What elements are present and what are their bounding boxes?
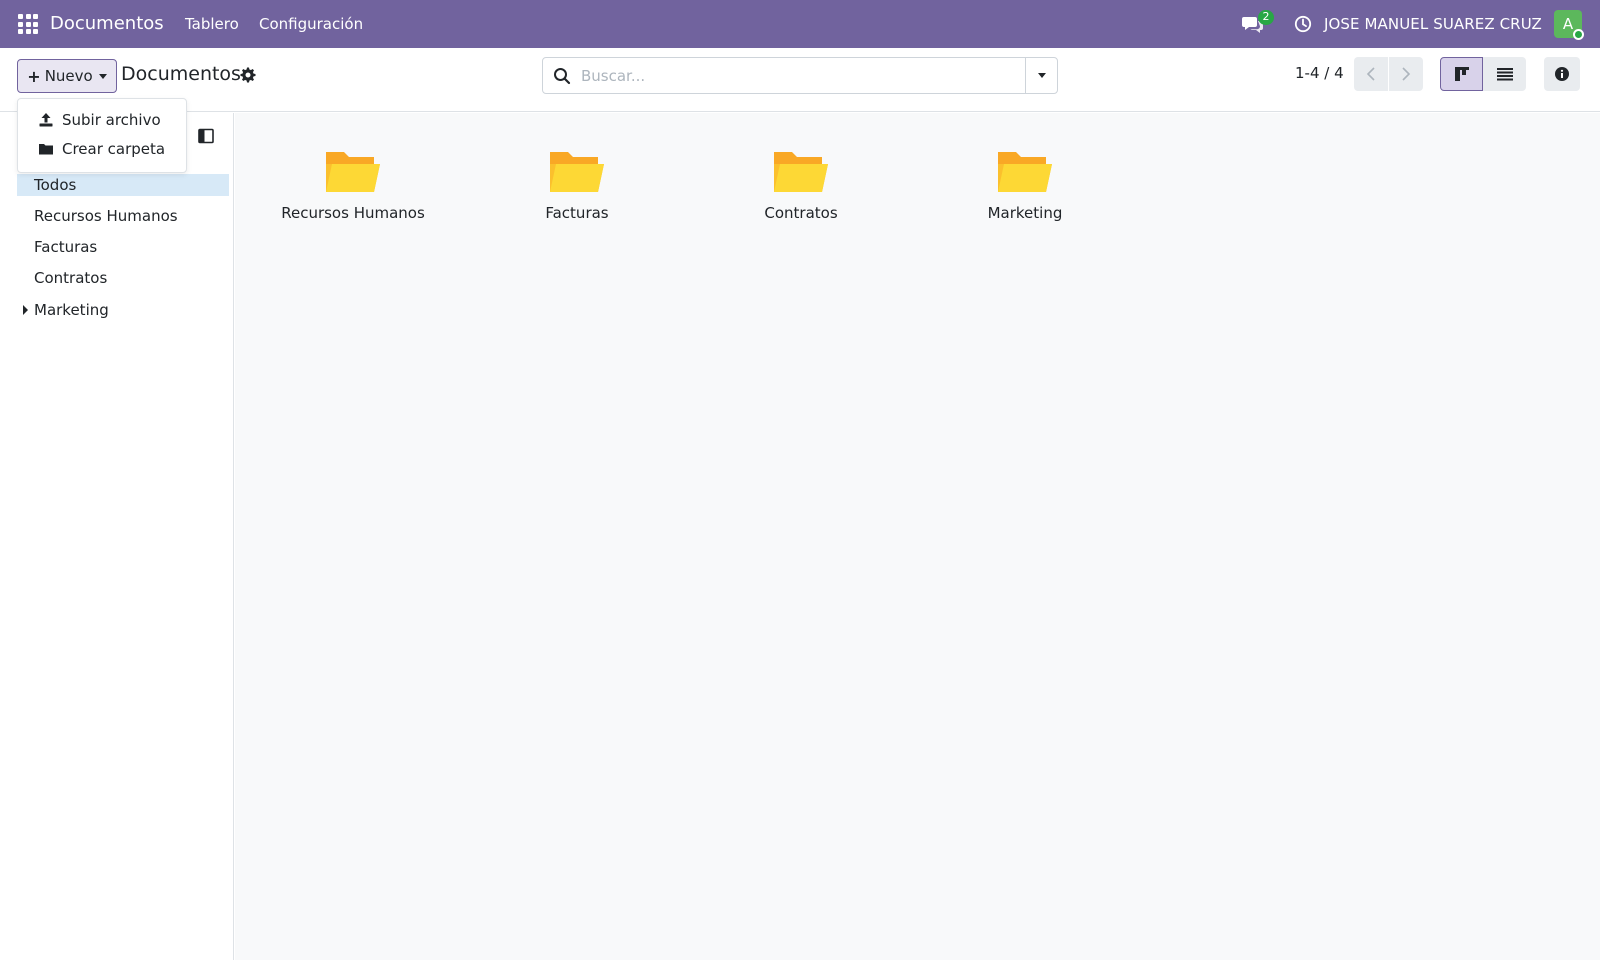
sidebar-item-contratos[interactable]: Contratos	[17, 267, 229, 289]
caret-down-icon	[98, 73, 107, 79]
sidebar-item-label: Marketing	[34, 301, 109, 319]
chevron-left-icon	[1366, 67, 1375, 81]
pager-previous-button[interactable]	[1354, 57, 1388, 91]
user-menu[interactable]: JOSE MANUEL SUAREZ CRUZ	[1324, 15, 1542, 33]
nav-menu-tablero[interactable]: Tablero	[185, 15, 239, 33]
list-view-button[interactable]	[1483, 57, 1526, 91]
search-options-toggle[interactable]	[1025, 58, 1057, 93]
menu-item-label: Crear carpeta	[62, 140, 166, 158]
search-bar	[542, 57, 1058, 94]
expand-caret-icon[interactable]	[23, 305, 28, 315]
folder-open-icon	[326, 152, 380, 192]
folder-label: Marketing	[987, 204, 1063, 222]
folder-open-icon	[998, 152, 1052, 192]
pager-value[interactable]: 1-4 / 4	[1295, 64, 1344, 82]
upload-icon	[39, 113, 53, 127]
sidebar-item-marketing[interactable]: Marketing	[17, 299, 229, 321]
new-button-label: Nuevo	[44, 67, 93, 85]
folder-label: Contratos	[764, 204, 838, 222]
search-icon	[554, 68, 571, 85]
online-status-indicator	[1573, 29, 1584, 40]
info-button[interactable]	[1544, 57, 1580, 91]
nav-menu-configuracion[interactable]: Configuración	[259, 15, 363, 33]
control-panel: + Nuevo Documentos 1-4 / 4	[0, 48, 1600, 112]
menu-item-upload-file[interactable]: Subir archivo	[38, 109, 161, 131]
pager-next-button[interactable]	[1389, 57, 1423, 91]
folder-open-icon	[550, 152, 604, 192]
new-button[interactable]: + Nuevo	[17, 59, 117, 93]
breadcrumb-title: Documentos	[121, 63, 241, 85]
caret-down-icon	[1037, 73, 1046, 78]
folder-card-recursos-humanos[interactable]: Recursos Humanos	[263, 148, 443, 238]
kanban-view-button[interactable]	[1440, 57, 1483, 91]
menu-item-label: Subir archivo	[62, 111, 161, 129]
folder-card-facturas[interactable]: Facturas	[487, 148, 667, 238]
new-dropdown-menu: Subir archivo Crear carpeta	[17, 98, 187, 173]
clock-icon[interactable]	[1294, 15, 1312, 33]
plus-icon: +	[27, 66, 41, 86]
documents-kanban: Recursos Humanos Facturas Contratos Mark…	[235, 113, 1600, 960]
app-brand[interactable]: Documentos	[50, 13, 164, 34]
menu-item-create-folder[interactable]: Crear carpeta	[38, 138, 165, 160]
search-input[interactable]	[581, 62, 1011, 90]
sidebar-toggle-icon[interactable]	[198, 128, 214, 144]
sidebar-item-recursos-humanos[interactable]: Recursos Humanos	[17, 205, 229, 227]
sidebar-item-todos[interactable]: Todos	[17, 174, 229, 196]
folder-icon	[39, 144, 53, 155]
chat-count-badge: 2	[1258, 10, 1274, 25]
top-navbar: Documentos Tablero Configuración 2 JOSE …	[0, 0, 1600, 48]
sidebar-item-facturas[interactable]: Facturas	[17, 236, 229, 258]
folder-label: Recursos Humanos	[281, 204, 425, 222]
folder-card-contratos[interactable]: Contratos	[711, 148, 891, 238]
apps-grid-icon[interactable]	[18, 14, 38, 34]
folder-label: Facturas	[545, 204, 609, 222]
gear-icon[interactable]	[240, 67, 256, 83]
folder-sidebar: Todos Recursos Humanos Facturas Contrato…	[0, 113, 234, 960]
kanban-view-icon	[1454, 67, 1469, 81]
folder-open-icon	[774, 152, 828, 192]
chevron-right-icon	[1402, 67, 1411, 81]
info-icon	[1555, 67, 1569, 81]
folder-card-marketing[interactable]: Marketing	[935, 148, 1115, 238]
list-view-icon	[1496, 68, 1513, 81]
